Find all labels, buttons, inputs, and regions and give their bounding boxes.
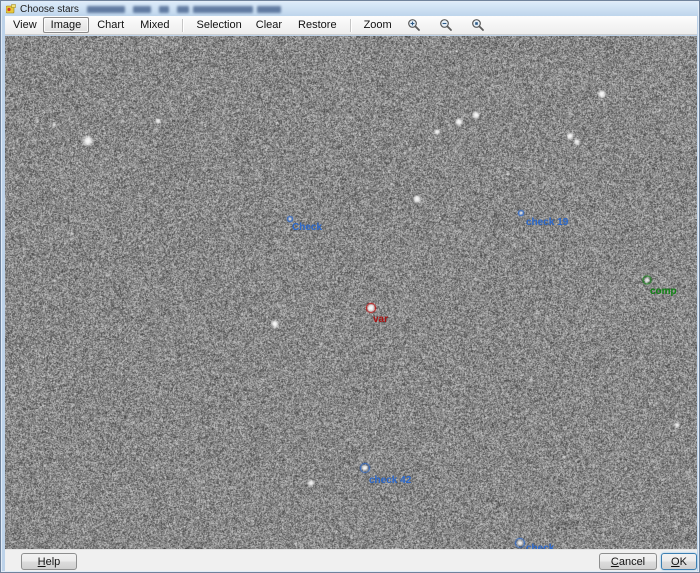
clear-selection-button[interactable]: Clear [248, 17, 290, 33]
starfield-canvas[interactable] [5, 36, 697, 549]
window-title: Choose stars [20, 4, 79, 15]
redacted-title-text [87, 6, 125, 13]
title-bar: Choose stars [2, 2, 698, 16]
selection-group-label: Selection [188, 19, 247, 31]
chart-view-button[interactable]: Chart [89, 17, 132, 33]
redacted-title-text [193, 6, 253, 13]
star-label-var[interactable]: var [373, 314, 388, 325]
redacted-title-text [177, 6, 189, 13]
redacted-title-text [257, 6, 281, 13]
zoom-original-button[interactable] [465, 17, 491, 33]
toolbar-separator [182, 19, 183, 32]
image-view-button[interactable]: Image [43, 17, 90, 33]
ok-button[interactable]: OK [661, 553, 697, 570]
zoom-in-button[interactable] [401, 17, 427, 33]
redacted-title-text [159, 6, 169, 13]
mixed-view-button[interactable]: Mixed [132, 17, 177, 33]
cancel-button[interactable]: Cancel [599, 553, 657, 570]
redacted-title-text [133, 6, 151, 13]
zoom-out-button[interactable] [433, 17, 459, 33]
help-button[interactable]: Help [21, 553, 77, 570]
star-label-check-19[interactable]: check 19 [526, 217, 568, 228]
star-label-check[interactable]: Check [292, 222, 322, 233]
starfield-image-area: Checkcheck 19varcompcheck 42check [5, 36, 697, 549]
choose-stars-window: Choose stars View Image Chart Mixed Sele… [0, 0, 700, 573]
app-icon [6, 4, 16, 14]
view-group-label: View [5, 19, 43, 31]
zoom-group-label: Zoom [356, 19, 398, 31]
star-label-comp[interactable]: comp [650, 286, 677, 297]
toolbar: View Image Chart Mixed Selection Clear R… [5, 16, 697, 35]
zoom-out-icon [439, 18, 453, 32]
star-label-check-42[interactable]: check 42 [369, 475, 411, 486]
toolbar-separator [350, 19, 351, 32]
restore-selection-button[interactable]: Restore [290, 17, 345, 33]
zoom-in-icon [407, 18, 421, 32]
zoom-original-icon [471, 18, 485, 32]
dialog-footer: Help Cancel OK [5, 549, 697, 571]
